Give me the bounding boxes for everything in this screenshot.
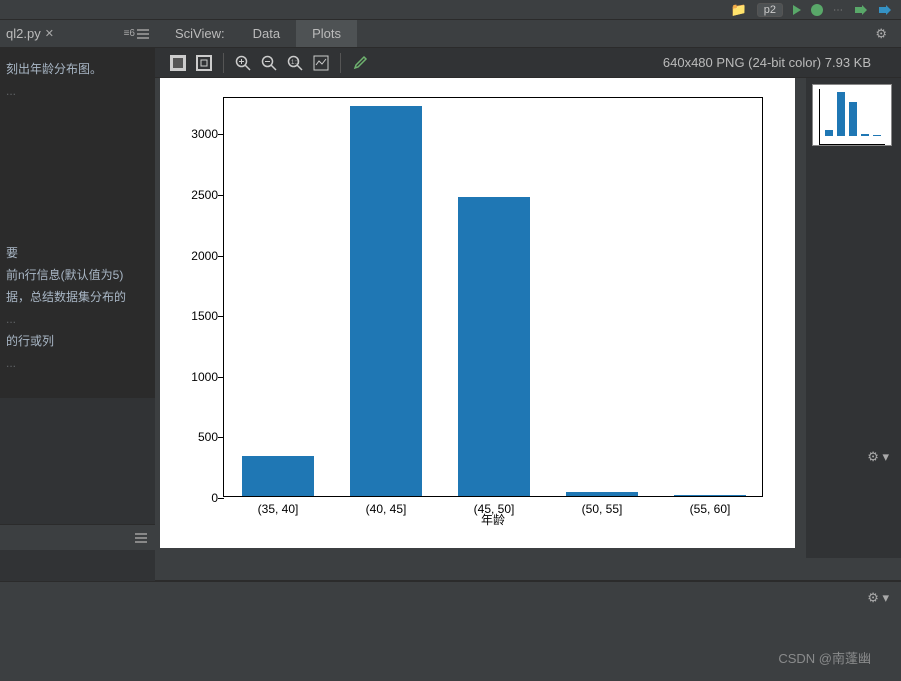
code-line: 的行或列 xyxy=(6,330,149,352)
chart-bar xyxy=(674,495,745,496)
watermark-text: CSDN @南蓬幽 xyxy=(778,648,871,667)
y-tick xyxy=(218,498,224,499)
editor-tab[interactable]: ql2.py ✕ ≡6 xyxy=(0,20,155,48)
fit-icon[interactable] xyxy=(191,50,217,76)
x-tick-label: (50, 55] xyxy=(582,502,623,516)
editor-tab-indicator: ≡6 xyxy=(124,28,149,39)
plot-thumbnail[interactable] xyxy=(812,84,892,146)
y-tick-label: 500 xyxy=(180,430,218,444)
y-tick-label: 2000 xyxy=(180,249,218,263)
y-tick xyxy=(218,316,224,317)
code-editor[interactable]: 刻出年龄分布图。 ... 要 前n行信息(默认值为5) 据，总结数据集分布的 .… xyxy=(0,48,155,398)
zoom-in-icon[interactable] xyxy=(230,50,256,76)
top-menubar: 📁 p2 ⋯ xyxy=(0,0,901,20)
sciview-panel: SciView: Data Plots ⚙ 1:1 640x480 PNG (2… xyxy=(155,20,901,580)
code-fold: ... xyxy=(6,80,149,102)
tab-data[interactable]: Data xyxy=(237,20,296,47)
run-arrow-blue-icon[interactable] xyxy=(877,4,891,16)
code-fold: ... xyxy=(6,308,149,330)
sciview-title: SciView: xyxy=(163,20,237,47)
sciview-tabbar: SciView: Data Plots ⚙ xyxy=(155,20,901,48)
grid-icon[interactable] xyxy=(165,50,191,76)
x-tick-label: (55, 60] xyxy=(690,502,731,516)
editor-footer xyxy=(0,524,155,550)
save-image-icon[interactable] xyxy=(308,50,334,76)
code-line: 据，总结数据集分布的 xyxy=(6,286,149,308)
code-line: 前n行信息(默认值为5) xyxy=(6,264,149,286)
code-fold: ... xyxy=(6,352,149,374)
tab-list-icon[interactable] xyxy=(137,29,149,39)
plot-canvas[interactable]: 0 500 1000 1500 2000 2500 3000 (35, 40] (40, 45]… xyxy=(160,78,795,548)
more-run-icon[interactable]: ⋯ xyxy=(833,5,843,16)
chart-bar xyxy=(242,456,313,496)
image-info-text: 640x480 PNG (24-bit color) 7.93 KB xyxy=(663,55,891,70)
y-tick xyxy=(218,437,224,438)
folder-icon: 📁 xyxy=(731,2,747,18)
y-tick-label: 0 xyxy=(180,491,218,505)
chart-bar xyxy=(458,197,529,496)
y-tick-label: 2500 xyxy=(180,188,218,202)
run-config-selector[interactable]: p2 xyxy=(757,3,783,17)
run-icon[interactable] xyxy=(793,5,801,15)
chart-bar xyxy=(566,492,637,496)
y-tick xyxy=(218,377,224,378)
y-tick xyxy=(218,134,224,135)
code-line: 刻出年龄分布图。 xyxy=(6,58,149,80)
y-tick xyxy=(218,195,224,196)
x-tick-label: (35, 40] xyxy=(258,502,299,516)
close-icon[interactable]: ✕ xyxy=(45,27,54,40)
image-toolbar: 1:1 640x480 PNG (24-bit color) 7.93 KB xyxy=(155,48,901,78)
run-toolbar: 📁 p2 ⋯ xyxy=(721,0,901,20)
editor-tab-filename: ql2.py xyxy=(6,26,41,41)
x-tick-label: (40, 45] xyxy=(366,502,407,516)
y-tick-label: 3000 xyxy=(180,127,218,141)
gear-icon[interactable]: ⚙ xyxy=(861,26,901,42)
menu-icon[interactable] xyxy=(135,533,147,543)
debug-icon[interactable] xyxy=(811,4,823,16)
color-picker-icon[interactable] xyxy=(347,50,373,76)
svg-text:1:1: 1:1 xyxy=(291,60,300,66)
y-tick-label: 1000 xyxy=(180,370,218,384)
run-arrow-green-icon[interactable] xyxy=(853,4,867,16)
code-line: 要 xyxy=(6,242,149,264)
y-tick-label: 1500 xyxy=(180,309,218,323)
toolbar-separator xyxy=(223,53,224,73)
thumbnail-panel xyxy=(806,78,901,558)
gear-icon[interactable]: ⚙ ▾ xyxy=(867,590,889,606)
chart-bar xyxy=(350,106,421,496)
tab-plots[interactable]: Plots xyxy=(296,20,357,47)
toolbar-separator xyxy=(340,53,341,73)
zoom-actual-icon[interactable]: 1:1 xyxy=(282,50,308,76)
status-bar: ⚙ ▾ CSDN @南蓬幽 xyxy=(0,581,901,681)
x-axis-title: 年龄 xyxy=(481,511,505,528)
chart-axes: 050010001500200025003000(35, 40](40, 45]… xyxy=(223,97,763,497)
zoom-out-icon[interactable] xyxy=(256,50,282,76)
editor-panel: ql2.py ✕ ≡6 刻出年龄分布图。 ... 要 前n行信息(默认值为5) … xyxy=(0,20,155,660)
y-tick xyxy=(218,256,224,257)
gear-icon[interactable]: ⚙ ▾ xyxy=(867,449,889,465)
